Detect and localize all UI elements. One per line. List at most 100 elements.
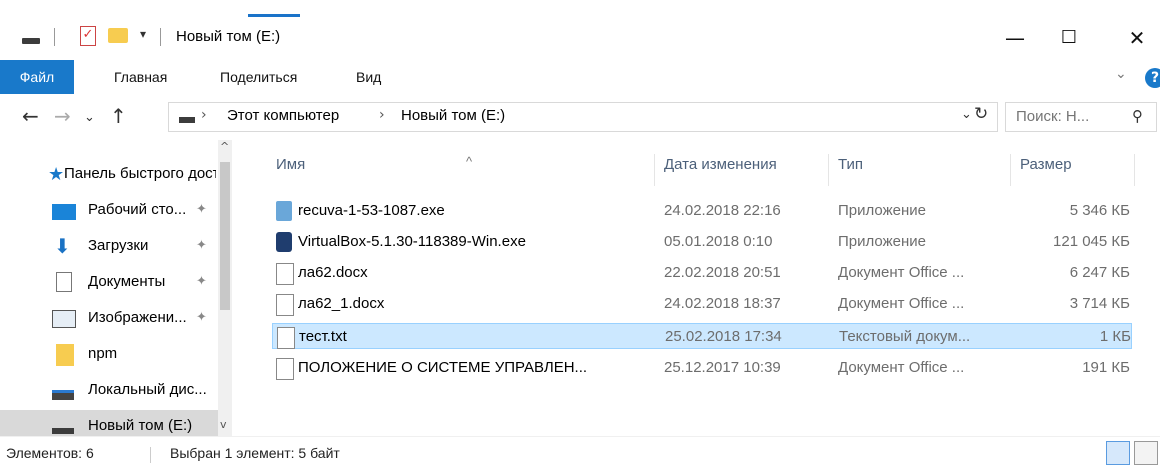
separator	[150, 447, 151, 463]
new-folder-icon[interactable]	[108, 28, 128, 43]
file-type: Документ Office ...	[838, 295, 965, 312]
expand-ribbon-icon[interactable]: ⌄	[1115, 66, 1127, 82]
breadcrumb-this-pc[interactable]: Этот компьютер	[227, 107, 339, 124]
document-icon	[276, 294, 294, 316]
file-name: ла62_1.docx	[298, 295, 385, 312]
file-list: Имя ^ Дата изменения Тип Размер recuva-1…	[262, 140, 1160, 436]
file-size: 3 714 КБ	[1069, 295, 1130, 312]
column-header-size[interactable]: Размер	[1020, 156, 1072, 190]
file-name: тест.txt	[299, 328, 347, 345]
scrollbar-thumb[interactable]	[220, 162, 230, 310]
file-size: 191 КБ	[1082, 359, 1130, 376]
tab-view[interactable]: Вид	[356, 60, 381, 94]
help-icon[interactable]: ?	[1145, 68, 1160, 88]
properties-icon[interactable]: ✓	[80, 26, 96, 46]
pin-icon[interactable]: ✦	[196, 202, 207, 217]
file-type: Текстовый докум...	[839, 328, 971, 345]
column-header-name[interactable]: Имя ^	[276, 154, 472, 190]
large-icons-view-icon[interactable]	[1134, 441, 1158, 465]
drive-icon[interactable]	[22, 38, 40, 44]
file-type: Приложение	[838, 202, 926, 219]
minimize-button[interactable]: —	[990, 18, 1040, 60]
sidebar-item-volume-e[interactable]: Новый том (E:)	[0, 410, 218, 436]
file-row[interactable]: recuva-1-53-1087.exe 24.02.2018 22:16 Пр…	[272, 198, 1132, 224]
file-modified: 05.01.2018 0:10	[664, 233, 773, 250]
separator	[160, 28, 161, 46]
sidebar-scrollbar[interactable]: ^ v	[218, 140, 232, 436]
search-input[interactable]	[1014, 107, 1128, 126]
column-divider[interactable]	[1010, 154, 1011, 186]
selection-info: Выбран 1 элемент: 5 байт	[170, 445, 340, 461]
search-icon[interactable]: ⚲	[1132, 107, 1143, 125]
column-divider[interactable]	[828, 154, 829, 186]
sidebar-item-quick-access[interactable]: ★ Панель быстрого доступа	[0, 158, 218, 192]
tab-file[interactable]: Файл	[0, 60, 74, 94]
back-button[interactable]: ←	[22, 104, 39, 128]
sidebar-item-local-disk[interactable]: Локальный дис...	[0, 374, 218, 408]
file-modified: 24.02.2018 18:37	[664, 295, 781, 312]
file-modified: 24.02.2018 22:16	[664, 202, 781, 219]
cropped-document-strip	[0, 0, 1160, 18]
document-icon	[276, 358, 294, 380]
breadcrumb-separator[interactable]: ›	[379, 107, 385, 123]
item-count: Элементов: 6	[6, 445, 94, 461]
sidebar-item-label: npm	[88, 345, 118, 362]
forward-button[interactable]: →	[54, 104, 71, 128]
file-name: recuva-1-53-1087.exe	[298, 202, 445, 219]
text-file-icon	[277, 327, 295, 349]
search-box[interactable]: ⚲	[1005, 102, 1157, 132]
breadcrumb-current[interactable]: Новый том (E:)	[401, 107, 505, 124]
title-bar: ✓ ▾ Новый том (E:) — ☐ ✕	[0, 18, 1160, 60]
pin-icon[interactable]: ✦	[196, 238, 207, 253]
drive-icon	[52, 428, 74, 434]
sidebar-item-documents[interactable]: Документы ✦	[0, 266, 218, 300]
sort-ascending-icon: ^	[466, 154, 473, 169]
file-modified: 25.12.2017 10:39	[664, 359, 781, 376]
column-header-modified[interactable]: Дата изменения	[664, 156, 777, 190]
maximize-button[interactable]: ☐	[1044, 18, 1094, 60]
file-row[interactable]: ла62_1.docx 24.02.2018 18:37 Документ Of…	[272, 291, 1132, 317]
virtualbox-icon	[276, 232, 292, 252]
sidebar-item-pictures[interactable]: Изображени... ✦	[0, 302, 218, 336]
scroll-up-icon[interactable]: ^	[220, 140, 229, 153]
sidebar-item-label: Изображени...	[88, 309, 187, 326]
recent-locations-button[interactable]: ⌄	[84, 106, 95, 130]
file-row[interactable]: VirtualBox-5.1.30-118389-Win.exe 05.01.2…	[272, 229, 1132, 255]
column-header-type[interactable]: Тип	[838, 156, 863, 190]
address-dropdown-icon[interactable]: ⌄	[961, 107, 972, 122]
underline-mark	[248, 14, 300, 17]
file-row[interactable]: ла62.docx 22.02.2018 20:51 Документ Offi…	[272, 260, 1132, 286]
sidebar-item-downloads[interactable]: ⬇ Загрузки ✦	[0, 230, 218, 264]
column-divider[interactable]	[654, 154, 655, 186]
sidebar-item-label: Новый том (E:)	[88, 417, 193, 434]
sidebar-item-label: Рабочий сто...	[88, 201, 187, 218]
close-button[interactable]: ✕	[1112, 18, 1160, 60]
file-row-selected[interactable]: тест.txt 25.02.2018 17:34 Текстовый доку…	[272, 323, 1132, 349]
tab-home[interactable]: Главная	[114, 60, 167, 94]
navigation-pane: ★ Панель быстрого доступа Рабочий сто...…	[0, 140, 232, 436]
drive-icon	[179, 117, 195, 123]
file-row[interactable]: ПОЛОЖЕНИЕ О СИСТЕМЕ УПРАВЛЕН... 25.12.20…	[272, 355, 1132, 381]
details-view-icon[interactable]	[1106, 441, 1130, 465]
sidebar-item-desktop[interactable]: Рабочий сто... ✦	[0, 194, 218, 228]
tab-share[interactable]: Поделиться	[220, 60, 297, 94]
sidebar-item-npm[interactable]: npm	[0, 338, 218, 372]
local-disk-icon	[52, 390, 74, 400]
file-type: Документ Office ...	[838, 264, 965, 281]
sidebar-item-label: Документы	[88, 273, 166, 290]
file-size: 5 346 КБ	[1069, 202, 1130, 219]
pin-icon[interactable]: ✦	[196, 274, 207, 289]
sidebar-item-label: Панель быстрого доступа	[64, 165, 216, 182]
column-divider[interactable]	[1134, 154, 1135, 186]
refresh-icon[interactable]: ↻	[974, 104, 988, 124]
scroll-down-icon[interactable]: v	[220, 418, 227, 431]
sidebar-item-label: Локальный дис...	[88, 381, 207, 398]
up-button[interactable]: ↑	[110, 104, 127, 128]
file-size: 6 247 КБ	[1069, 264, 1130, 281]
pin-icon[interactable]: ✦	[196, 310, 207, 325]
address-bar[interactable]: › Этот компьютер › Новый том (E:) ⌄	[168, 102, 998, 132]
customize-quick-access-icon[interactable]: ▾	[140, 27, 146, 41]
breadcrumb-separator[interactable]: ›	[201, 107, 207, 123]
documents-icon	[56, 272, 72, 292]
file-type: Приложение	[838, 233, 926, 250]
